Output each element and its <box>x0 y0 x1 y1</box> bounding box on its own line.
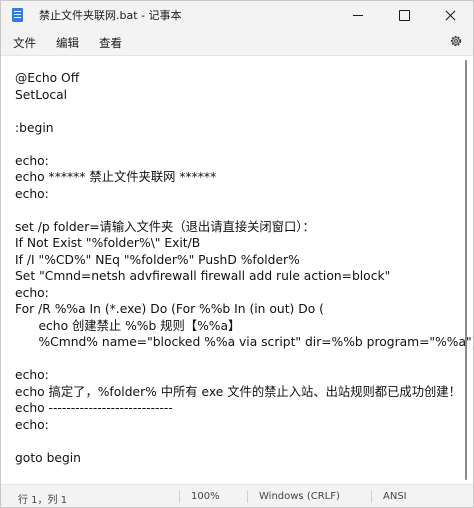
title-bar[interactable]: 禁止文件夹联网.bat - 记事本 <box>1 1 473 29</box>
text-editor[interactable]: @Echo Off SetLocal :begin echo: echo ****** … <box>1 56 473 483</box>
maximize-icon <box>398 9 410 21</box>
editor-line: echo ****** 禁止文件夹联网 ****** <box>15 170 217 184</box>
maximize-button[interactable] <box>381 1 427 29</box>
editor-line: echo: <box>15 186 49 201</box>
editor-line: %Cmnd% name="blocked %%a via script" dir… <box>15 335 474 349</box>
editor-line: goto begin <box>15 450 81 465</box>
menu-edit[interactable]: 编辑 <box>56 35 79 51</box>
minimize-icon <box>353 14 363 16</box>
editor-line: echo 搞定了，%folder% 中所有 exe 文件的禁止入站、出站规则都已… <box>15 384 461 399</box>
gear-icon[interactable] <box>449 34 463 48</box>
menu-view[interactable]: 查看 <box>99 35 122 51</box>
editor-line: SetLocal <box>15 87 68 102</box>
encoding: ANSI <box>383 491 407 502</box>
editor-line: echo 创建禁止 %%b 规则【%%a】 <box>15 318 241 333</box>
editor-line: If /I "%CD%" NEq "%folder%" PushD %folde… <box>15 252 300 267</box>
status-divider <box>371 490 372 503</box>
editor-line: If Not Exist "%folder%\" Exit/B <box>15 236 201 250</box>
editor-line: echo: <box>15 417 49 432</box>
status-divider <box>179 490 180 503</box>
line-ending: Windows (CRLF) <box>259 491 340 502</box>
status-divider <box>247 490 248 503</box>
editor-line: Set "Cmnd=netsh advfirewall firewall add… <box>15 269 391 283</box>
minimize-button[interactable] <box>335 1 381 29</box>
menu-bar: 文件 编辑 查看 <box>1 29 473 56</box>
editor-line: @Echo Off <box>15 71 80 85</box>
editor-line: echo: <box>15 285 49 300</box>
cursor-position: 行 1，列 1 <box>18 495 68 506</box>
vertical-scrollbar[interactable] <box>465 60 467 480</box>
menu-file[interactable]: 文件 <box>13 35 36 51</box>
editor-line: :begin <box>15 120 54 135</box>
notepad-icon <box>12 8 23 22</box>
close-button[interactable] <box>427 1 473 29</box>
editor-line: For /R %%a In (*.exe) Do (For %%b In (in… <box>15 302 324 316</box>
close-icon <box>445 10 456 21</box>
editor-line: echo: <box>15 368 49 382</box>
zoom-level: 100% <box>191 491 220 502</box>
window-title: 禁止文件夹联网.bat - 记事本 <box>39 9 182 22</box>
notepad-window: 禁止文件夹联网.bat - 记事本 文件 编辑 查看 @Echo Off SetL… <box>0 0 474 508</box>
editor-line: echo: <box>15 153 49 168</box>
editor-line: echo ---------------------------- <box>15 401 173 415</box>
editor-line: set /p folder=请输入文件夹（退出请直接关闭窗口）： <box>15 219 315 234</box>
status-bar: 行 1，列 1 100% Windows (CRLF) ANSI <box>1 484 473 507</box>
